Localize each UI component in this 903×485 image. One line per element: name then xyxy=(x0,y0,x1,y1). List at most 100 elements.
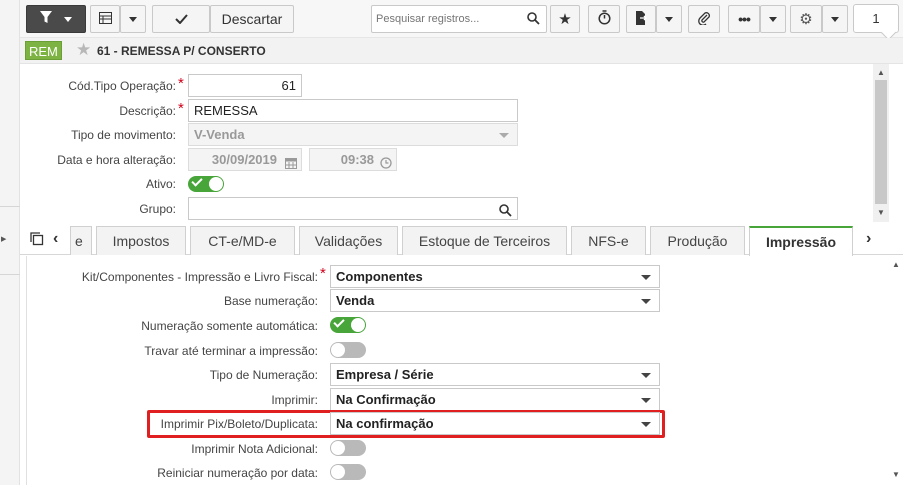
impressao-tab-panel: Kit/Componentes - Impressão e Livro Fisc… xyxy=(26,256,888,485)
chevron-down-icon xyxy=(499,133,509,138)
reiniciar-numeracao-label: Reiniciar numeração por data: xyxy=(157,466,318,480)
record-type-badge: REM xyxy=(25,41,62,60)
expand-arrow-icon[interactable]: ▶ xyxy=(1,235,6,243)
tab-panel-scrollbar[interactable]: ▲ ▼ xyxy=(889,256,903,485)
descricao-field[interactable]: REMESSA xyxy=(188,99,518,122)
chevron-down-icon xyxy=(129,16,137,22)
chevron-down-icon xyxy=(641,373,651,378)
tab-estoque-terceiros[interactable]: Estoque de Terceiros xyxy=(402,226,567,255)
tipo-numeracao-select[interactable]: Empresa / Série xyxy=(330,363,660,386)
kit-componentes-value: Componentes xyxy=(336,269,423,284)
star-icon: ★ xyxy=(558,11,572,28)
reiniciar-numeracao-toggle[interactable] xyxy=(330,464,366,480)
numeracao-automatica-toggle[interactable] xyxy=(330,316,366,333)
chevron-down-icon xyxy=(769,16,777,22)
descricao-label: Descrição: xyxy=(119,104,176,118)
timer-button[interactable] xyxy=(588,5,620,33)
tipo-numeracao-value: Empresa / Série xyxy=(336,367,434,382)
filter-button[interactable] xyxy=(26,5,86,33)
search-input[interactable] xyxy=(372,6,522,32)
left-divider xyxy=(0,206,20,207)
record-header: REM ★ 61 - REMESSA P/ CONSERTO xyxy=(20,38,903,64)
ativo-label: Ativo: xyxy=(145,177,176,191)
imprimir-select[interactable]: Na Confirmação xyxy=(330,388,660,411)
gear-icon: ⚙ xyxy=(799,11,813,28)
settings-button[interactable]: ⚙ xyxy=(790,5,822,33)
imprimir-pix-value: Na confirmação xyxy=(336,416,434,431)
cod-tipo-operacao-label: Cód.Tipo Operação: xyxy=(68,79,176,93)
grid-view-dropdown[interactable] xyxy=(120,5,146,33)
data-alteracao-value: 30/09/2019 xyxy=(211,152,277,167)
chevron-down-icon xyxy=(64,16,72,22)
page-number-input[interactable]: 1 xyxy=(853,4,899,33)
base-numeracao-label: Base numeração: xyxy=(223,294,318,308)
tab-partial[interactable]: e xyxy=(70,226,92,255)
ellipsis-icon: ••• xyxy=(738,11,751,27)
imprimir-pix-select[interactable]: Na confirmação xyxy=(330,412,660,435)
left-divider xyxy=(0,274,20,275)
export-button[interactable] xyxy=(626,5,656,33)
calendar-icon xyxy=(285,154,297,175)
discard-button[interactable]: Descartar xyxy=(210,5,294,33)
file-export-icon xyxy=(635,10,647,28)
kit-componentes-select[interactable]: Componentes xyxy=(330,265,660,288)
required-marker: * xyxy=(178,75,184,92)
scroll-up-icon[interactable]: ▲ xyxy=(877,68,885,77)
chevron-right-icon[interactable]: › xyxy=(866,230,871,248)
tab-cte-mde[interactable]: CT-e/MD-e xyxy=(190,226,295,255)
search-icon[interactable] xyxy=(527,12,540,28)
imprimir-pix-label: Imprimir Pix/Boleto/Duplicata: xyxy=(160,417,318,431)
chevron-down-icon xyxy=(641,299,651,304)
main-form: Cód.Tipo Operação: * 61 Descrição: * REM… xyxy=(20,64,873,222)
scroll-up-icon[interactable]: ▲ xyxy=(892,260,900,269)
chevron-down-icon xyxy=(641,422,651,427)
tipo-movimento-value: V-Venda xyxy=(194,127,245,142)
tab-producao[interactable]: Produção xyxy=(650,226,745,255)
data-alteracao-field: 30/09/2019 xyxy=(188,148,302,171)
imprimir-nota-adicional-toggle[interactable] xyxy=(330,440,366,456)
grid-view-button[interactable] xyxy=(90,5,120,33)
filter-icon xyxy=(40,11,52,27)
form-scrollbar[interactable]: ▲ ▼ xyxy=(873,64,889,222)
copy-icon[interactable] xyxy=(30,232,44,249)
attachment-button[interactable] xyxy=(688,5,720,33)
base-numeracao-select[interactable]: Venda xyxy=(330,289,660,312)
tipo-numeracao-label: Tipo de Numeração: xyxy=(209,368,318,382)
tab-impressao[interactable]: Impressão xyxy=(749,226,853,256)
star-icon[interactable]: ★ xyxy=(76,40,91,60)
imprimir-label: Imprimir: xyxy=(271,393,318,407)
record-title: 61 - REMESSA P/ CONSERTO xyxy=(97,44,266,58)
check-icon xyxy=(174,11,188,27)
scrollbar-thumb[interactable] xyxy=(875,80,887,204)
settings-dropdown[interactable] xyxy=(822,5,848,33)
save-button[interactable] xyxy=(152,5,210,33)
chevron-down-icon xyxy=(641,275,651,280)
favorite-button[interactable]: ★ xyxy=(550,5,580,33)
scroll-down-icon[interactable]: ▼ xyxy=(892,470,900,479)
clock-icon xyxy=(380,154,392,175)
check-icon xyxy=(333,316,345,328)
tab-validacoes[interactable]: Validações xyxy=(299,226,398,255)
tab-impostos[interactable]: Impostos xyxy=(96,226,186,255)
more-actions-button[interactable]: ••• xyxy=(728,5,760,33)
search-box[interactable] xyxy=(371,5,547,33)
more-actions-dropdown[interactable] xyxy=(760,5,786,33)
tab-nfse[interactable]: NFS-e xyxy=(571,226,646,255)
chevron-down-icon xyxy=(831,16,839,22)
grid-icon xyxy=(98,11,112,27)
ativo-toggle[interactable] xyxy=(188,175,224,192)
numeracao-automatica-label: Numeração somente automática: xyxy=(141,319,318,333)
chevron-down-icon xyxy=(665,16,673,22)
cod-tipo-operacao-field[interactable]: 61 xyxy=(188,74,302,97)
hora-alteracao-field: 09:38 xyxy=(309,148,397,171)
scroll-down-icon[interactable]: ▼ xyxy=(877,208,885,217)
data-hora-label: Data e hora alteração: xyxy=(57,153,176,167)
grupo-field[interactable] xyxy=(188,197,518,220)
paperclip-icon xyxy=(697,11,711,28)
search-icon[interactable] xyxy=(499,202,512,223)
travar-impressao-toggle[interactable] xyxy=(330,342,366,358)
base-numeracao-value: Venda xyxy=(336,293,375,308)
toolbar: Descartar ★ ••• ⚙ 1 xyxy=(20,0,903,38)
export-dropdown[interactable] xyxy=(656,5,682,33)
chevron-left-icon[interactable]: ‹ xyxy=(53,230,58,248)
